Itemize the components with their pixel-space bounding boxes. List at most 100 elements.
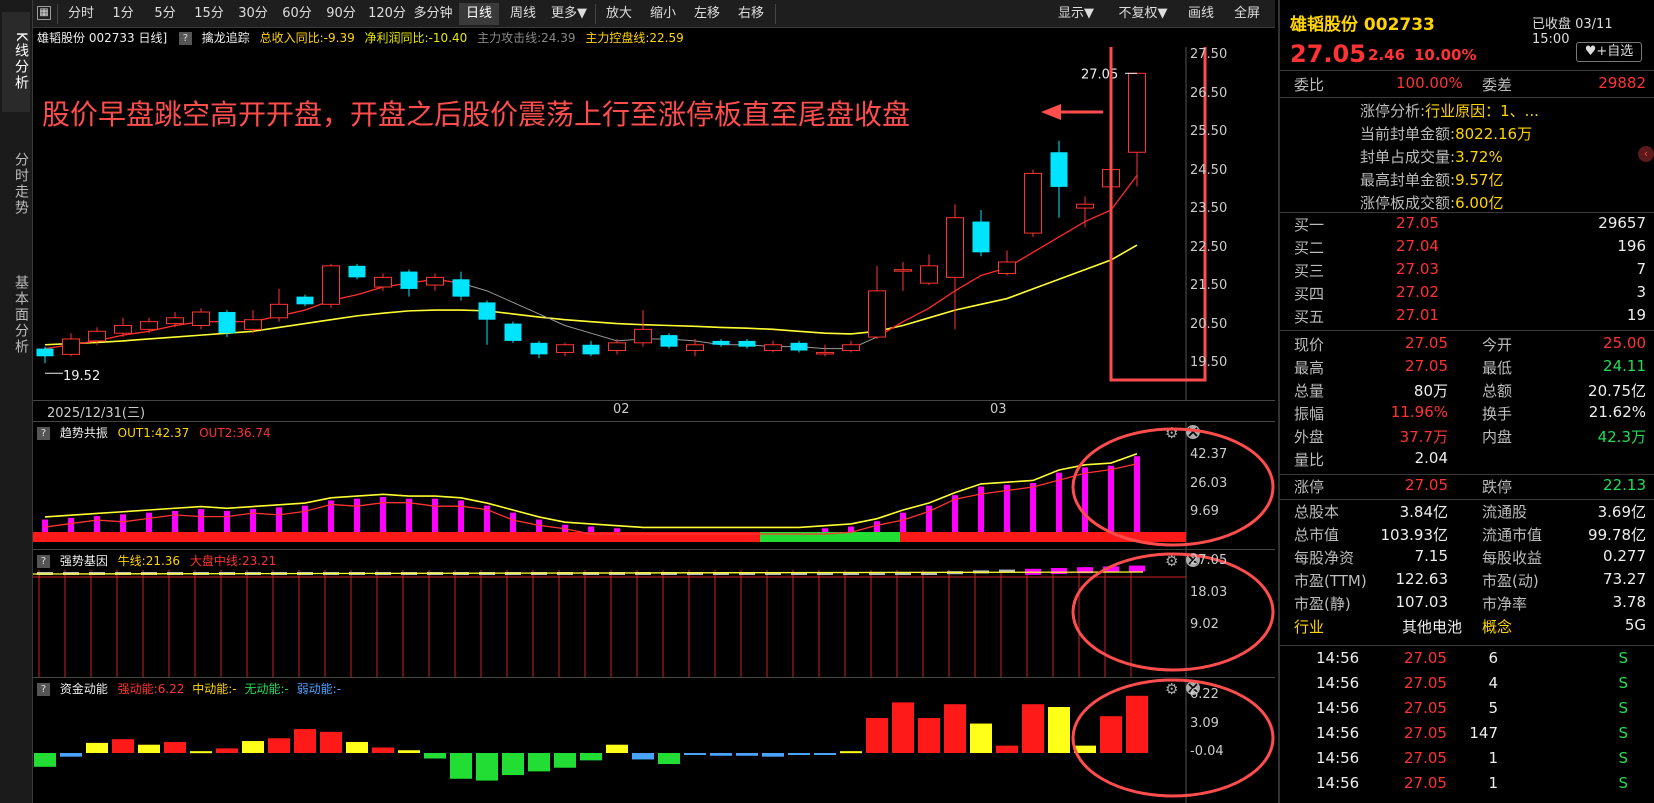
candle-body [400, 271, 418, 289]
trend-bar [1108, 465, 1114, 532]
period-button[interactable]: 周线 [503, 3, 543, 25]
momentum-bar [164, 741, 186, 753]
pan-left-button[interactable]: 左移 [687, 3, 727, 25]
stat-row: 最高 27.05 最低 24.11 [1294, 357, 1646, 377]
trend-bar [822, 528, 828, 532]
fund-momentum-chart[interactable]: ⚙ [33, 678, 1278, 803]
tab-kline[interactable]: K线分析 [2, 12, 30, 112]
bid-row: 买三 27.03 7 [1294, 260, 1646, 280]
period-button[interactable]: 60分 [277, 3, 317, 25]
period-button[interactable]: 多分钟 [411, 3, 455, 25]
candle-body [608, 342, 626, 352]
candle-body [660, 335, 678, 347]
momentum-bar [1126, 695, 1148, 753]
trend-tick-label: 26.03 [1190, 475, 1228, 491]
trend-bar [354, 498, 360, 532]
trend-bar [614, 528, 620, 532]
period-button[interactable]: 5分 [147, 3, 183, 25]
control-line: 主力控盘线:22.59 [585, 31, 684, 45]
candle-body [504, 323, 522, 341]
zoom-in-button[interactable]: 放大 [599, 3, 639, 25]
collapse-arrow-icon[interactable]: ‹ [1638, 146, 1654, 162]
more-periods-dropdown[interactable]: 更多▼ [547, 3, 591, 25]
trend-bar [406, 498, 412, 532]
candle-body [348, 265, 366, 278]
candle-body [790, 342, 808, 351]
price-tick-label: 26.50 [1190, 85, 1228, 101]
period-button[interactable]: 90分 [321, 3, 361, 25]
price-change: 2.46 [1368, 46, 1406, 64]
gear-icon[interactable]: ⚙ [1165, 680, 1178, 698]
tab-fundamental[interactable]: 基本面分析 [2, 260, 30, 370]
grid-icon[interactable]: ▦ [37, 6, 51, 20]
stat-row: 市盈(TTM) 122.63 市盈(动) 73.27 [1294, 570, 1646, 590]
trend-bar [224, 510, 230, 532]
period-button[interactable]: 120分 [365, 3, 409, 25]
period-button-daily[interactable]: 日线 [459, 3, 499, 25]
candle-body [114, 325, 132, 334]
strength-gene-chart[interactable]: ⚙ [33, 550, 1278, 677]
candle-body [270, 303, 288, 319]
fund-axis: 6.22 3.09 -0.04 [1187, 678, 1257, 803]
stock-name: 雄韬股份 002733 [1290, 15, 1435, 35]
momentum-bar [450, 753, 472, 779]
momentum-bar [1048, 707, 1070, 753]
heart-icon: ♥ [1584, 44, 1597, 59]
tick-row: 14:56 27.05 6 S [1316, 649, 1628, 667]
indicator-name[interactable]: 擒龙追踪 [202, 31, 250, 45]
bid-row: 买一 27.05 29657 [1294, 214, 1646, 234]
period-button[interactable]: 15分 [189, 3, 229, 25]
momentum-bar [788, 753, 810, 755]
candle-body [868, 290, 886, 338]
period-button[interactable]: 分时 [61, 3, 101, 25]
momentum-bar [1100, 716, 1122, 753]
trend-bar [146, 512, 152, 532]
candle-body [582, 344, 600, 355]
momentum-bar [34, 753, 56, 767]
tab-intraday[interactable]: 分时走势 [2, 136, 30, 232]
divider [1280, 499, 1654, 500]
fullscreen-button[interactable]: 全屏 [1227, 3, 1267, 25]
price-tick-label: 27.50 [1190, 47, 1228, 62]
momentum-bar [424, 753, 446, 759]
annotation-text: 股价早盘跳空高开开盘，开盘之后股价震荡上行至涨停板直至尾盘收盘 [42, 98, 911, 131]
draw-line-button[interactable]: 画线 [1181, 3, 1221, 25]
adjust-dropdown[interactable]: 不复权▼ [1111, 3, 1175, 25]
help-icon[interactable]: ? [178, 32, 192, 45]
low-price-label: 19.52 [63, 369, 100, 384]
display-dropdown[interactable]: 显示▼ [1051, 3, 1101, 25]
momentum-bar [242, 741, 264, 753]
trend-bar [198, 509, 204, 532]
candle-body [686, 344, 704, 352]
strength-axis: 27.05 18.03 9.02 [1187, 550, 1257, 677]
stat-row: 每股净资 7.15 每股收益 0.277 [1294, 547, 1646, 567]
candle-body [842, 344, 860, 352]
candle-body [946, 217, 964, 278]
date-mid: 02 [613, 402, 630, 417]
momentum-bar [736, 753, 758, 756]
candle-body [530, 342, 548, 355]
momentum-bar [970, 723, 992, 753]
candle-body [712, 340, 730, 345]
trend-bar [432, 498, 438, 532]
pan-right-button[interactable]: 右移 [731, 3, 771, 25]
stat-row: 量比 2.04 [1294, 449, 1448, 469]
gear-icon[interactable]: ⚙ [1165, 424, 1178, 442]
period-button[interactable]: 30分 [233, 3, 273, 25]
trend-bar [1056, 472, 1062, 532]
order-ratio-row: 委比 100.00% 委差 29882 [1294, 74, 1646, 94]
fund-tick-label: -0.04 [1190, 744, 1224, 760]
trend-resonance-chart[interactable]: ⚙ [33, 422, 1278, 549]
stat-row: 振幅 11.96% 换手 21.62% [1294, 403, 1646, 423]
candle-body [166, 317, 184, 325]
trend-bar [94, 516, 100, 532]
momentum-bar [138, 744, 160, 753]
add-favorite-button[interactable]: ♥+自选 [1576, 42, 1642, 62]
period-button[interactable]: 1分 [105, 3, 141, 25]
candle-body [88, 330, 106, 342]
candle-body [452, 279, 470, 297]
momentum-bar [866, 718, 888, 753]
trend-bar [900, 512, 906, 532]
zoom-out-button[interactable]: 缩小 [643, 3, 683, 25]
high-price-label: 27.05 [1081, 67, 1118, 82]
